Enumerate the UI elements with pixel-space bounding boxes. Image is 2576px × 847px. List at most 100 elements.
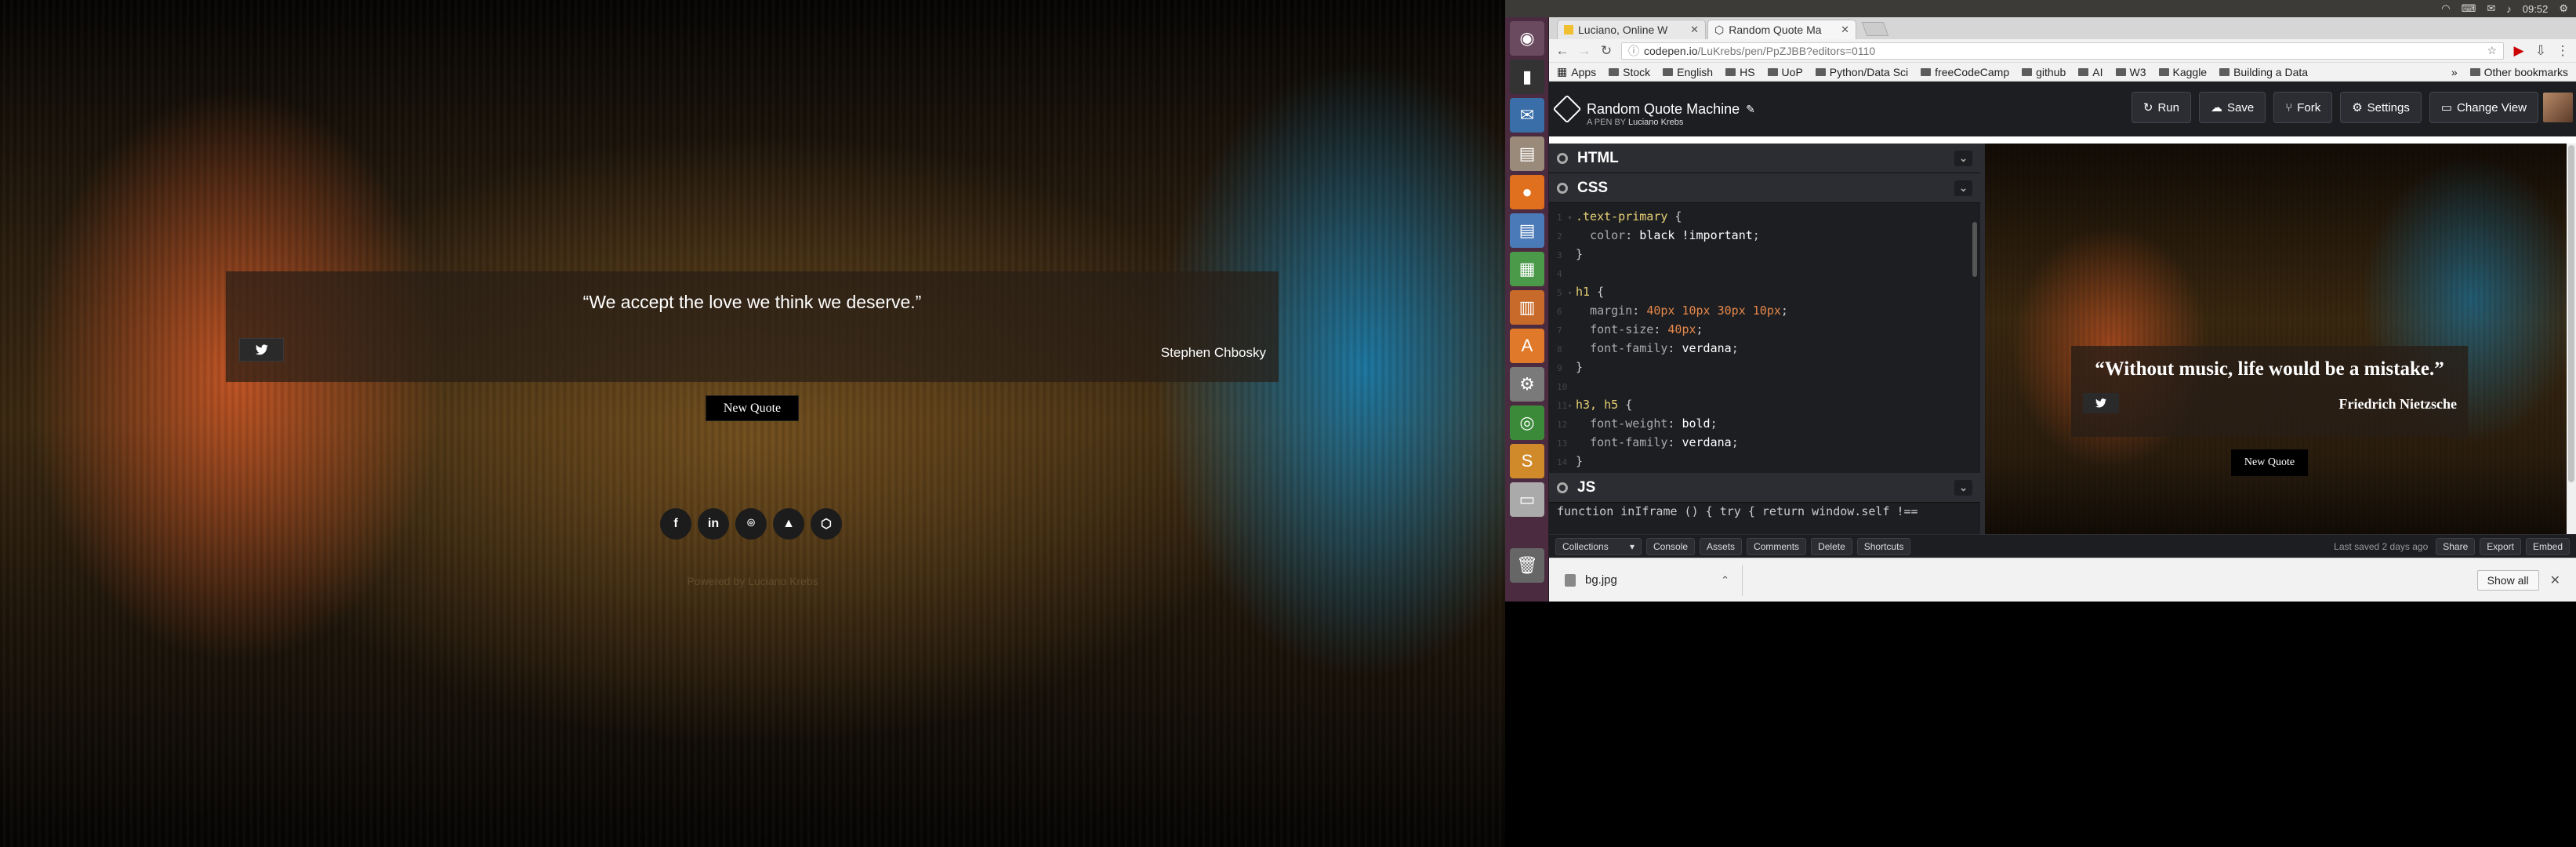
- settings-button[interactable]: ⚙ Settings: [2340, 92, 2422, 123]
- preview-new-quote-button[interactable]: New Quote: [2231, 449, 2308, 476]
- change-view-label: Change View: [2457, 100, 2527, 115]
- settings-gear-icon[interactable]: [1557, 182, 1568, 194]
- run-button[interactable]: ↻ Run: [2131, 92, 2191, 123]
- bookmark-hs[interactable]: HS: [1725, 66, 1755, 78]
- volume-icon[interactable]: ♪: [2506, 3, 2512, 15]
- linkedin-icon[interactable]: in: [698, 508, 729, 540]
- bookmark-w3[interactable]: W3: [2115, 66, 2146, 78]
- close-icon[interactable]: ✕: [2550, 573, 2560, 588]
- bookmark-freecodecamp[interactable]: freeCodeCamp: [1921, 66, 2009, 78]
- settings-gear-icon[interactable]: [1557, 152, 1568, 164]
- export-button[interactable]: Export: [2480, 537, 2521, 555]
- chevron-down-icon[interactable]: ⌄: [1954, 150, 1972, 166]
- github-icon[interactable]: ⌾: [735, 508, 767, 540]
- calc-icon[interactable]: ▦: [1510, 252, 1544, 286]
- folder-icon: [2115, 67, 2126, 76]
- bookmark-apps[interactable]: ▦ Apps: [1557, 65, 1596, 78]
- chevron-up-icon[interactable]: ⌃: [1721, 574, 1729, 587]
- impress-icon[interactable]: ▥: [1510, 290, 1544, 325]
- wifi-icon[interactable]: ◠: [2441, 2, 2450, 15]
- forward-icon[interactable]: →: [1577, 43, 1591, 59]
- bookmark-uop[interactable]: UoP: [1767, 66, 1803, 78]
- url-field[interactable]: ⓘ codepen.io /LuKrebs/pen/PpZJBB?editors…: [1621, 42, 2504, 60]
- ubuntu-dash-icon[interactable]: ◉: [1510, 21, 1544, 56]
- bookmarks-overflow-icon[interactable]: »: [2451, 66, 2458, 78]
- bookmarks-bar: ▦ Apps Stock English HS UoP Python/Data S…: [1549, 63, 2576, 82]
- change-view-button[interactable]: ▭ Change View: [2429, 92, 2538, 123]
- firefox-icon[interactable]: ●: [1510, 175, 1544, 209]
- comments-button[interactable]: Comments: [1747, 537, 1807, 555]
- bookmark-github[interactable]: github: [2022, 66, 2066, 78]
- tweet-button[interactable]: [239, 338, 284, 362]
- byline-author[interactable]: Luciano Krebs: [1628, 118, 1683, 127]
- mail-icon[interactable]: ✉: [2487, 2, 2495, 15]
- reload-icon[interactable]: ↻: [1599, 43, 1613, 59]
- css-code[interactable]: 1 ▾ .text-primary { 2 color: black !impor…: [1549, 205, 1980, 473]
- tab-luciano[interactable]: Luciano, Online W ✕: [1557, 20, 1706, 39]
- clock[interactable]: 09:52: [2523, 3, 2549, 15]
- download-item[interactable]: bg.jpg ⌃: [1565, 573, 1729, 587]
- pen-title[interactable]: Random Quote Machine: [1587, 101, 1740, 118]
- shortcuts-button[interactable]: Shortcuts: [1856, 537, 1911, 555]
- menu-icon[interactable]: ⋮: [2556, 43, 2570, 59]
- chevron-down-icon[interactable]: ⌄: [1954, 479, 1972, 496]
- url-host: codepen.io: [1644, 44, 1698, 57]
- drive-icon[interactable]: ▭: [1510, 482, 1544, 517]
- collections-dropdown[interactable]: Collections ▾: [1555, 537, 1642, 555]
- edit-pencil-icon[interactable]: ✎: [1746, 103, 1755, 116]
- codepen-workspace: HTML ⌄ CSS ⌄ 1 ▾ .text-primary { 2 color:…: [1549, 144, 2576, 534]
- bookmark-ai[interactable]: AI: [2078, 66, 2103, 78]
- settings-icon[interactable]: ⚙: [1510, 367, 1544, 402]
- delete-button[interactable]: Delete: [1811, 537, 1852, 555]
- close-tab-icon[interactable]: ✕: [1690, 24, 1699, 36]
- editor-scrollbar[interactable]: [1972, 222, 1977, 277]
- preview-tweet-button[interactable]: [2083, 393, 2119, 413]
- css-editor-header[interactable]: CSS ⌄: [1549, 173, 1980, 203]
- codepen-icon[interactable]: ⬡: [811, 508, 842, 540]
- assets-button[interactable]: Assets: [1700, 537, 1743, 555]
- gear-icon: ⚙: [2352, 101, 2363, 115]
- terminal-icon[interactable]: ▮: [1510, 60, 1544, 94]
- bookmark-building-data[interactable]: Building a Data: [2219, 66, 2308, 78]
- save-button[interactable]: ☁ Save: [2198, 92, 2266, 123]
- show-all-button[interactable]: Show all: [2476, 569, 2539, 591]
- thunderbird-icon[interactable]: ✉: [1510, 98, 1544, 133]
- keyboard-icon[interactable]: ⌨: [2462, 2, 2476, 15]
- bookmark-label: freeCodeCamp: [1935, 65, 2010, 78]
- writer-icon[interactable]: ▤: [1510, 213, 1544, 248]
- user-avatar[interactable]: [2543, 93, 2573, 122]
- share-button[interactable]: Share: [2436, 537, 2476, 555]
- back-icon[interactable]: ←: [1555, 43, 1569, 59]
- trash-icon[interactable]: 🗑: [1510, 548, 1544, 583]
- js-code-line[interactable]: function inIframe () { try { return wind…: [1557, 504, 1918, 518]
- chevron-down-icon[interactable]: ⌄: [1954, 180, 1972, 196]
- new-quote-button[interactable]: New Quote: [706, 395, 799, 421]
- facebook-icon[interactable]: f: [660, 508, 691, 540]
- close-tab-icon[interactable]: ✕: [1841, 24, 1849, 36]
- bookmark-stock[interactable]: Stock: [1609, 66, 1650, 78]
- sublime-icon[interactable]: S: [1510, 444, 1544, 478]
- preview-scrollbar[interactable]: [2567, 144, 2576, 534]
- chrome-icon[interactable]: ◎: [1510, 405, 1544, 440]
- js-editor-header[interactable]: JS ⌄: [1549, 473, 1980, 503]
- extension-icon[interactable]: ▶: [2512, 43, 2526, 59]
- settings-gear-icon[interactable]: [1557, 482, 1568, 493]
- fork-button[interactable]: ⑂ Fork: [2273, 92, 2333, 123]
- software-center-icon[interactable]: A: [1510, 329, 1544, 363]
- html-editor-header[interactable]: HTML ⌄: [1549, 144, 1980, 173]
- codepen-logo-icon[interactable]: [1552, 94, 1582, 124]
- bookmark-other[interactable]: Other bookmarks: [2469, 66, 2568, 78]
- tab-random-quote[interactable]: ⬡ Random Quote Ma ✕: [1707, 20, 1856, 39]
- bookmark-kaggle[interactable]: Kaggle: [2158, 66, 2207, 78]
- bookmark-star-icon[interactable]: ☆: [2487, 44, 2497, 57]
- embed-button[interactable]: Embed: [2525, 537, 2570, 555]
- bookmark-english[interactable]: English: [1663, 66, 1713, 78]
- files-icon[interactable]: ▤: [1510, 136, 1544, 171]
- new-tab-button[interactable]: [1861, 22, 1889, 36]
- console-button[interactable]: Console: [1646, 537, 1696, 555]
- power-icon[interactable]: ⚙: [2559, 2, 2568, 15]
- freecodecamp-icon[interactable]: ▲: [773, 508, 804, 540]
- folder-icon: [2078, 67, 2089, 76]
- bookmark-python[interactable]: Python/Data Sci: [1815, 66, 1908, 78]
- download-icon[interactable]: ⇩: [2534, 43, 2548, 59]
